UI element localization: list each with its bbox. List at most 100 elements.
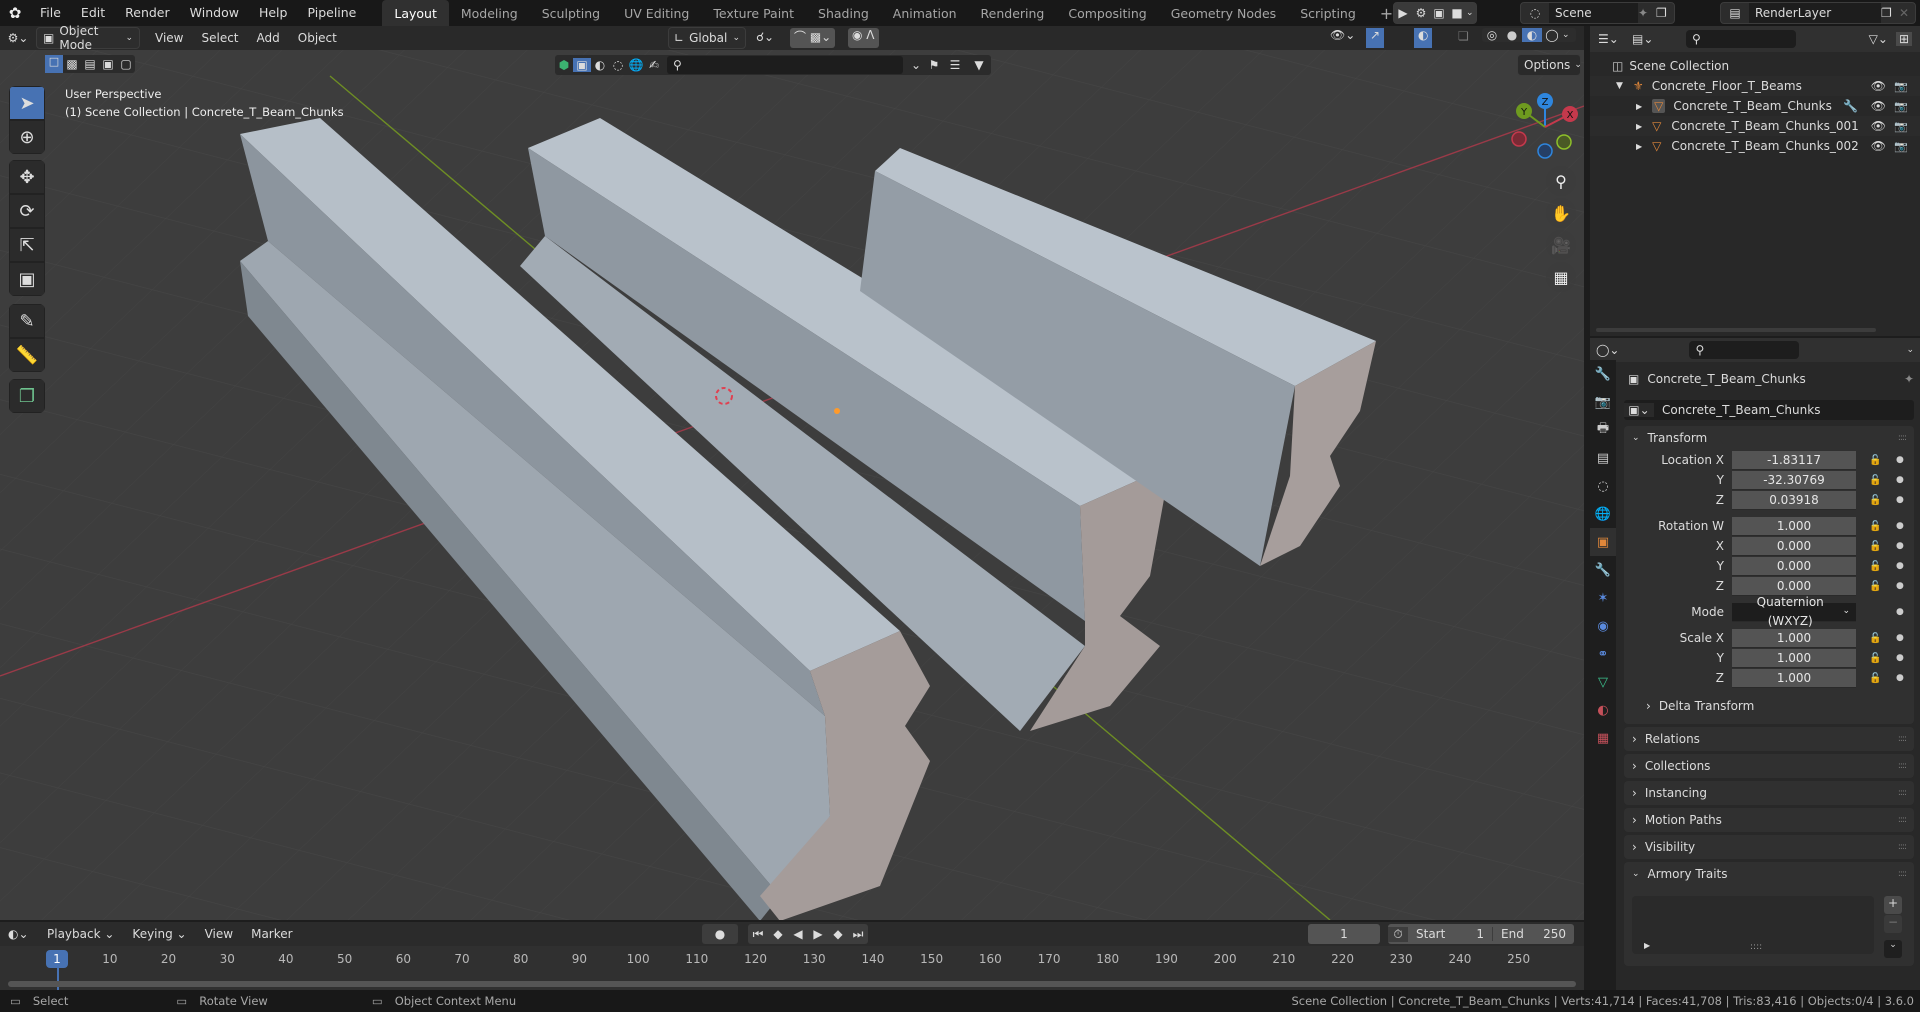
keyframe-dot-icon[interactable]: ● <box>1896 673 1904 683</box>
bookmark-icon[interactable]: ⚑ <box>925 58 943 72</box>
orientation-selector[interactable]: ∟ Global ⌄ <box>668 27 746 49</box>
motion-paths-panel[interactable]: › Motion Paths:::: <box>1624 808 1914 832</box>
3d-viewport[interactable] <box>0 26 1584 920</box>
keyframe-dot-icon[interactable]: ● <box>1896 633 1904 643</box>
new-collection-icon[interactable]: ⊞ <box>1895 32 1912 46</box>
select-invert-icon[interactable]: ▣ <box>99 57 117 71</box>
rotate-tool[interactable]: ⟳ <box>9 194 45 228</box>
camera-view-icon[interactable]: 🎥 <box>1546 230 1576 260</box>
eye-icon[interactable]: 👁 <box>1871 139 1886 153</box>
tool-tab-icon[interactable]: 🔧 <box>1590 360 1616 388</box>
lock-icon[interactable]: 🔓 <box>1869 581 1881 592</box>
tab-shading[interactable]: Shading <box>806 0 881 26</box>
eye-icon[interactable]: 👁 <box>1871 99 1886 113</box>
physics-tab-icon[interactable]: ◉ <box>1590 612 1616 640</box>
editor-type-icon[interactable]: ⚙⌄ <box>0 31 36 45</box>
tab-modeling[interactable]: Modeling <box>449 0 530 26</box>
menu-object[interactable]: Object <box>289 31 346 45</box>
keyframe-dot-icon[interactable]: ● <box>1896 561 1904 571</box>
object-name-field[interactable]: ▣⌄ Concrete_T_Beam_Chunks <box>1624 400 1914 420</box>
outliner-search-input[interactable]: ⚲ <box>1686 30 1796 48</box>
add-cube-tool[interactable]: ❐ <box>9 379 45 413</box>
proportional-edit-icon[interactable]: ◉ Λ <box>848 28 879 48</box>
camera-icon[interactable]: 📷 <box>1894 120 1908 133</box>
location-z-field[interactable]: 0.03918 <box>1732 490 1856 510</box>
select-intersect-icon[interactable]: ▢ <box>117 57 135 71</box>
pivot-icon[interactable]: ☌⌄ <box>756 30 774 44</box>
menu-edit[interactable]: Edit <box>71 0 115 26</box>
timeline-scrollbar[interactable] <box>8 981 1576 987</box>
lock-icon[interactable]: 🔓 <box>1869 455 1881 466</box>
resize-handle-icon[interactable]: :::: <box>1750 942 1762 952</box>
location-y-field[interactable]: -32.30769 <box>1732 470 1856 490</box>
data-tab-icon[interactable]: ▽ <box>1590 668 1616 696</box>
brush-icon[interactable]: ⚙ <box>1412 6 1430 20</box>
tab-uv-editing[interactable]: UV Editing <box>612 0 701 26</box>
keyframe-dot-icon[interactable]: ● <box>1896 581 1904 591</box>
scale-tool[interactable]: ⇱ <box>9 228 45 262</box>
copy-layer-icon[interactable]: ❐ <box>1881 6 1899 20</box>
color-hexagon-icon[interactable]: ⬢ <box>555 58 573 72</box>
properties-search-input[interactable]: ⚲ <box>1689 341 1800 359</box>
pan-view-icon[interactable]: ✋ <box>1546 198 1576 228</box>
tab-layout[interactable]: Layout <box>382 0 449 26</box>
gizmo-toggle-icon[interactable]: ↗ <box>1366 28 1385 48</box>
tab-scripting[interactable]: Scripting <box>1288 0 1368 26</box>
material-tab-icon[interactable]: ◐ <box>1590 696 1616 724</box>
scene-name[interactable]: Scene <box>1549 3 1638 23</box>
play-render-icon[interactable]: ▶ <box>1394 6 1412 20</box>
scale-z-field[interactable]: 1.000 <box>1732 668 1856 688</box>
neg-x-axis-ball[interactable] <box>1511 131 1527 147</box>
wireframe-shading-icon[interactable]: ◎ <box>1482 28 1502 42</box>
lock-icon[interactable]: 🔓 <box>1869 521 1881 532</box>
tab-animation[interactable]: Animation <box>881 0 969 26</box>
view-layer-tab-icon[interactable]: ▤ <box>1590 444 1616 472</box>
particles-tab-icon[interactable]: ✶ <box>1590 584 1616 612</box>
material-shading-icon[interactable]: ◐ <box>1522 28 1542 42</box>
snap-icon[interactable]: ⌒ ▩⌄ <box>790 28 836 48</box>
zoom-view-icon[interactable]: ⚲ <box>1546 166 1576 196</box>
add-trait-button[interactable]: + <box>1884 896 1902 914</box>
scale-x-field[interactable]: 1.000 <box>1732 628 1856 648</box>
move-tool[interactable]: ✥ <box>9 160 45 194</box>
scene-tab-icon[interactable]: ◌ <box>1590 472 1616 500</box>
drag-handle-icon[interactable]: :::: <box>1898 788 1907 798</box>
collection-row[interactable]: ▼ ⚜ Concrete_Floor_T_Beams 👁 📷 <box>1590 76 1920 96</box>
traits-list[interactable]: ▶ :::: <box>1632 896 1874 954</box>
outliner-scrollbar[interactable] <box>1596 328 1876 332</box>
lock-icon[interactable]: 🔓 <box>1869 653 1881 664</box>
eye-icon[interactable]: 👁 <box>1871 119 1886 133</box>
image-editor-icon[interactable]: ▣ <box>1430 6 1448 20</box>
world-filter-icon[interactable]: 🌐 <box>627 58 645 72</box>
drag-handle-icon[interactable]: :::: <box>1898 869 1907 879</box>
neg-z-axis-ball[interactable] <box>1537 143 1553 159</box>
measure-tool[interactable]: 📏 <box>9 338 45 372</box>
expand-arrow-icon[interactable]: ▶ <box>1636 142 1642 151</box>
visibility-panel[interactable]: › Visibility:::: <box>1624 835 1914 859</box>
view-layer-selector[interactable]: ▤ RenderLayer ❐ ✕ <box>1720 2 1916 24</box>
menu-render[interactable]: Render <box>115 0 180 26</box>
instancing-panel[interactable]: › Instancing:::: <box>1624 781 1914 805</box>
view-layer-name[interactable]: RenderLayer <box>1749 3 1881 23</box>
xray-icon[interactable]: ❏ <box>1458 29 1469 43</box>
filter-icon[interactable]: ▼ <box>967 58 991 72</box>
keyframe-dot-icon[interactable]: ● <box>1896 653 1904 663</box>
menu-pipeline[interactable]: Pipeline <box>297 0 366 26</box>
menu-file[interactable]: File <box>30 0 71 26</box>
lock-icon[interactable]: 🔓 <box>1869 673 1881 684</box>
chevron-down-icon[interactable]: ⌄ <box>1906 345 1914 355</box>
drag-handle-icon[interactable]: :::: <box>1898 761 1907 771</box>
location-x-field[interactable]: -1.83117 <box>1732 450 1856 470</box>
tab-geometry-nodes[interactable]: Geometry Nodes <box>1159 0 1288 26</box>
select-subtract-icon[interactable]: ▤ <box>81 57 99 71</box>
drag-handle-icon[interactable]: :::: <box>1898 433 1907 443</box>
armory-traits-header[interactable]: ⌄ Armory Traits:::: <box>1624 862 1914 886</box>
visibility-icon[interactable]: 👁⌄ <box>1330 28 1355 42</box>
folder-icon[interactable]: ■ <box>1448 6 1466 20</box>
keyframe-dot-icon[interactable]: ● <box>1896 521 1904 531</box>
select-new-icon[interactable]: □ <box>45 55 63 73</box>
outliner-item[interactable]: ▶ ▽ Concrete_T_Beam_Chunks_001 👁 📷 <box>1590 116 1920 136</box>
tab-rendering[interactable]: Rendering <box>969 0 1057 26</box>
eye-icon[interactable]: 👁 <box>1871 79 1886 93</box>
timeline-ruler[interactable]: 10 20 30 40 50 60 70 80 90 100 110 120 130 140 150 160 1… <box>0 922 1584 990</box>
